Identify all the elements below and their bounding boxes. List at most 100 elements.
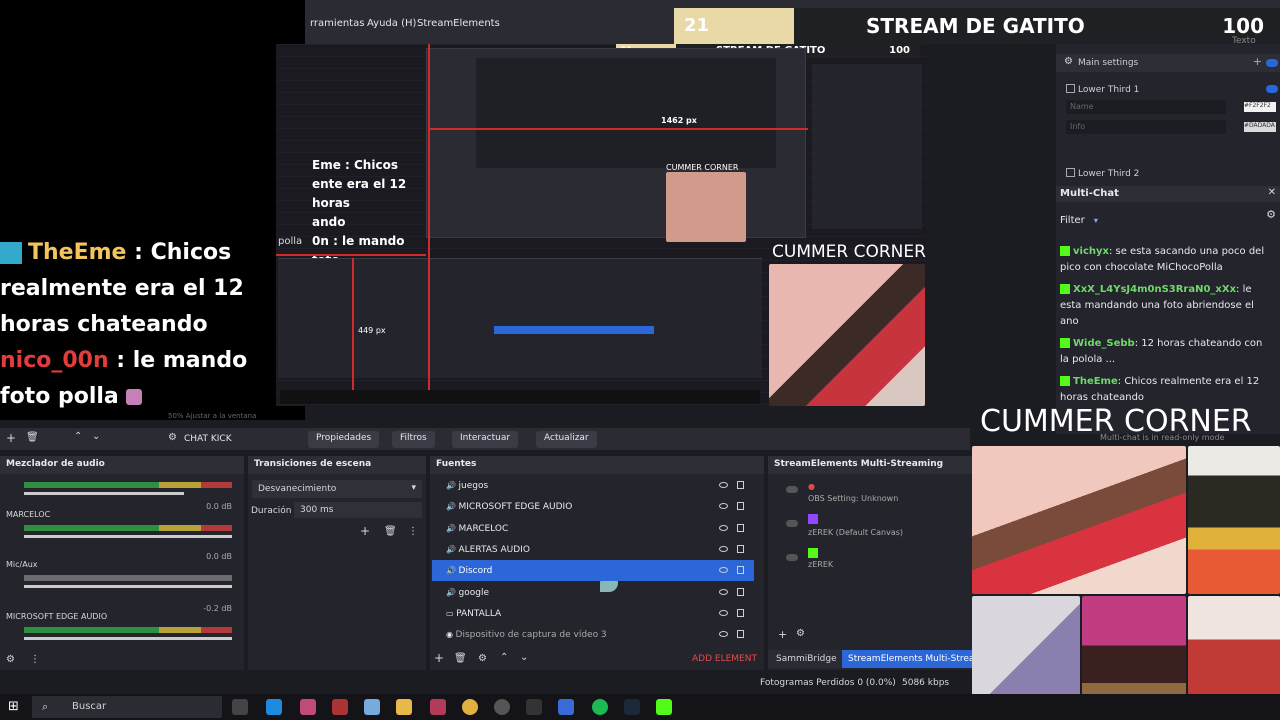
visibility-icon[interactable]	[719, 545, 728, 552]
windows-start-icon[interactable]: ⊞	[8, 699, 19, 714]
spotify-icon[interactable]	[592, 699, 608, 715]
app-icon[interactable]	[526, 699, 542, 715]
chevron-down-icon[interactable]: ▾	[1094, 216, 1098, 225]
menu-ayuda[interactable]: Ayuda (H)	[367, 18, 416, 29]
visibility-icon[interactable]	[719, 609, 728, 616]
interact-button[interactable]: Interactuar	[452, 431, 519, 448]
color-chip-1[interactable]: #F2F2F2	[1244, 102, 1276, 112]
multichat-message: TheEme: Chicos realmente era el 12 horas…	[1060, 376, 1260, 403]
lock-icon[interactable]	[737, 502, 744, 511]
transition-select[interactable]: Desvanecimiento ▾	[252, 480, 422, 498]
gear-icon[interactable]: ⚙	[6, 654, 15, 665]
gear-icon[interactable]: ⚙	[1266, 208, 1276, 221]
plus-icon[interactable]: +	[360, 524, 370, 538]
source-item[interactable]: 🔊 juegos	[432, 475, 754, 496]
trash-icon[interactable]: 🗑	[454, 653, 467, 664]
plus-icon[interactable]: +	[1253, 55, 1262, 68]
cummer-corner-art-main	[972, 446, 1186, 594]
toggle-switch[interactable]	[786, 520, 798, 527]
main-settings-row[interactable]: ⚙ Main settings +	[1056, 54, 1280, 72]
info-input[interactable]: Info	[1066, 120, 1226, 134]
lower-third-1-row[interactable]: Lower Third 1	[1056, 82, 1280, 98]
filters-button[interactable]: Filtros	[392, 431, 435, 448]
taskbar-search[interactable]: Buscar	[32, 696, 222, 718]
toggle-switch[interactable]	[1266, 85, 1278, 93]
checkbox-icon[interactable]	[1066, 84, 1075, 93]
source-label: Dispositivo de captura de vídeo 3	[455, 630, 607, 641]
plus-icon[interactable]: +	[6, 431, 16, 445]
trash-icon[interactable]: 🗑	[384, 526, 397, 537]
gear-icon[interactable]: ⚙	[478, 653, 487, 664]
lock-icon[interactable]	[737, 481, 744, 489]
toggle-switch[interactable]	[786, 486, 798, 493]
refresh-button[interactable]: Actualizar	[536, 431, 597, 448]
multichat-header: Multi-Chat ✕	[1056, 186, 1280, 202]
lower-third-2-label: Lower Third 2	[1078, 169, 1140, 179]
duration-input[interactable]: 300 ms	[294, 502, 422, 518]
lower-third-2-row[interactable]: Lower Third 2	[1056, 166, 1280, 182]
chevron-down-icon[interactable]: ⌄	[520, 652, 528, 663]
toggle-switch[interactable]	[1266, 59, 1278, 67]
volume-slider[interactable]	[24, 637, 232, 640]
plus-icon[interactable]: +	[778, 628, 787, 641]
visibility-icon[interactable]	[719, 524, 728, 531]
gear-icon[interactable]: ⚙	[796, 628, 805, 639]
visibility-icon[interactable]	[719, 631, 728, 638]
scene-preview[interactable]: 21 STREAM DE GATITO 100 1462 px CUMMER C…	[276, 44, 926, 406]
lock-icon[interactable]	[737, 608, 744, 617]
volume-slider[interactable]	[24, 585, 232, 588]
app-icon[interactable]	[558, 699, 574, 715]
app-icon[interactable]	[430, 699, 446, 715]
menu-streamelements[interactable]: StreamElements	[417, 18, 500, 29]
toggle-switch[interactable]	[786, 554, 798, 561]
tab-streamelements[interactable]: StreamElements Multi-Streami	[842, 650, 972, 668]
lock-icon[interactable]	[737, 630, 744, 639]
kick-icon	[808, 548, 818, 558]
source-item[interactable]: 🔊 Discord	[432, 560, 754, 582]
filter-row[interactable]: Filter ▾ ⚙	[1060, 208, 1280, 226]
volume-slider[interactable]	[24, 492, 184, 495]
steam-icon[interactable]	[624, 699, 640, 715]
plus-icon[interactable]: +	[434, 651, 444, 665]
color-chip-2[interactable]: #DADADA	[1244, 122, 1276, 132]
source-item[interactable]: ▭ PANTALLA	[432, 603, 754, 624]
app-icon[interactable]	[364, 699, 380, 715]
lock-icon[interactable]	[737, 544, 744, 553]
lock-icon[interactable]	[737, 587, 744, 596]
source-item[interactable]: 🔊 google	[432, 582, 754, 603]
visibility-icon[interactable]	[719, 482, 728, 488]
visibility-icon[interactable]	[719, 503, 728, 510]
more-icon[interactable]: ⋮	[30, 654, 40, 665]
source-item[interactable]: 🔊 ALERTAS AUDIO	[432, 539, 754, 560]
chevron-up-icon[interactable]: ⌃	[500, 652, 508, 663]
source-item[interactable]: ◉ Dispositivo de captura de vídeo 3	[432, 624, 754, 645]
kick-icon[interactable]	[656, 699, 672, 715]
file-explorer-icon[interactable]	[396, 699, 412, 715]
task-view-icon[interactable]	[232, 699, 248, 715]
source-item[interactable]: 🔊 MICROSOFT EDGE AUDIO	[432, 496, 754, 517]
tab-sammibridge[interactable]: SammiBridge	[776, 654, 837, 664]
visibility-icon[interactable]	[719, 588, 728, 595]
properties-button[interactable]: Propiedades	[308, 431, 380, 448]
lock-icon[interactable]	[737, 566, 744, 575]
more-icon[interactable]: ⋮	[408, 526, 418, 537]
trash-icon[interactable]: 🗑	[26, 432, 39, 443]
menu-herramientas[interactable]: rramientas	[310, 18, 364, 29]
nested-right-panel	[812, 64, 922, 229]
chevron-down-icon[interactable]: ⌄	[92, 431, 100, 442]
checkbox-icon[interactable]	[1066, 168, 1075, 177]
source-item[interactable]: 🔊 MARCELOC	[432, 518, 754, 539]
app-icon[interactable]	[300, 699, 316, 715]
visibility-icon[interactable]	[719, 567, 728, 574]
app-icon[interactable]	[332, 699, 348, 715]
edge-icon[interactable]	[266, 699, 282, 715]
chevron-up-icon[interactable]: ⌃	[74, 431, 82, 442]
add-element-button[interactable]: ADD ELEMENT	[692, 654, 757, 664]
chrome-icon[interactable]	[462, 699, 478, 715]
lock-icon[interactable]	[737, 523, 744, 532]
name-input[interactable]: Name	[1066, 100, 1226, 114]
volume-slider[interactable]	[24, 535, 232, 538]
close-icon[interactable]: ✕	[1268, 187, 1276, 198]
px-label-2: 449 px	[358, 326, 386, 335]
obs-icon[interactable]	[494, 699, 510, 715]
